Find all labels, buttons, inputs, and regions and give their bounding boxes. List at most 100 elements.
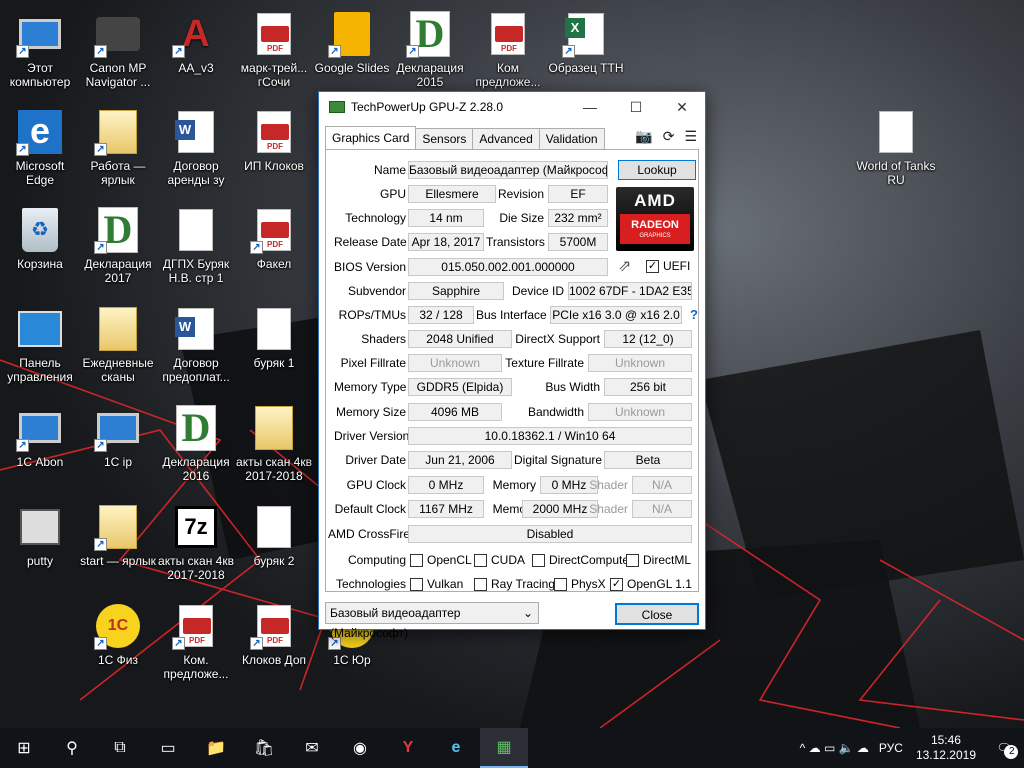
checkbox-opengl-1-1[interactable]: ✓ OpenGL 1.1 (610, 577, 692, 591)
desktop-icon[interactable]: ♻ Корзина (0, 206, 80, 271)
shortcut-arrow-icon: ↗ (406, 45, 419, 58)
file-explorer-icon[interactable]: 📁 (192, 728, 240, 768)
checkbox-physx[interactable]: PhysX (554, 577, 606, 591)
checkbox-box[interactable] (410, 577, 423, 591)
desktop-icon[interactable]: e ↗ Microsoft Edge (0, 108, 80, 187)
desktop-icon[interactable]: D Декларация 2016 (156, 404, 236, 483)
desktop-icon-label: Декларация 2017 (84, 257, 152, 285)
label-gpu-shader: Shader (589, 478, 628, 492)
desktop-icon[interactable]: W Договор аренды зу (156, 108, 236, 187)
desktop-icon[interactable]: ↗ 1C ip (78, 404, 158, 469)
desktop-icon[interactable]: D ↗ Декларация 2017 (78, 206, 158, 285)
system-tray: ^ ☁ ▭ 🔈 ☁ РУС 15:46 13.12.2019 🗨 2 (795, 728, 1024, 768)
desktop-icon[interactable]: putty (0, 503, 80, 568)
checkbox-label: OpenCL (427, 553, 472, 567)
desktop-icon[interactable]: ↗ start — ярлык (78, 503, 158, 568)
desktop-icon[interactable]: D ↗ Декларация 2015 (390, 10, 470, 89)
checkbox-vulkan[interactable]: Vulkan (410, 577, 463, 591)
desktop-icon[interactable]: PDF ↗ Клоков Доп (234, 602, 314, 667)
desktop-icon-label: Ком предложе... (475, 61, 541, 89)
label-gpu-clock: GPU Clock (346, 478, 406, 492)
gpuz-taskbar-icon[interactable]: ▦ (480, 728, 528, 768)
yandex-browser-icon[interactable]: Y (384, 728, 432, 768)
checkbox-ray-tracing[interactable]: Ray Tracing (474, 577, 555, 591)
desktop-icon[interactable]: 1С ↗ 1С Физ (78, 602, 158, 667)
desktop-icon[interactable]: Ежедневные сканы (78, 305, 158, 384)
tab-graphics-card[interactable]: Graphics Card (325, 126, 417, 149)
tab-sensors[interactable]: Sensors (415, 128, 474, 149)
desktop-icon[interactable]: World of Tanks RU (856, 108, 936, 187)
checkbox-box[interactable] (474, 577, 487, 591)
checkbox-directcompute[interactable]: DirectCompute (532, 553, 629, 567)
language-indicator[interactable]: РУС (874, 741, 908, 755)
desktop-icon[interactable]: PDF ↗ Ком. предложе... (156, 602, 236, 681)
desktop-icon[interactable]: PDF ↗ Факел (234, 206, 314, 271)
gpuz-window: TechPowerUp GPU-Z 2.28.0 — ☐ ✕ Graphics … (318, 91, 706, 640)
device-select[interactable]: Базовый видеоадаптер (Майкрософт) ⌄ (325, 602, 539, 640)
checkbox-box[interactable] (410, 553, 423, 567)
desktop-icon[interactable]: A ↗ AA_v3 (156, 10, 236, 75)
desktop-icon[interactable]: ДГПХ Буряк Н.В. стр 1 (156, 206, 236, 285)
help-icon[interactable]: ? (690, 307, 698, 322)
desktop-icon[interactable]: W Договор предоплат... (156, 305, 236, 384)
pdf-icon: PDF (484, 10, 532, 58)
desktop-icon[interactable]: буряк 1 (234, 305, 314, 370)
outlook-icon[interactable]: ✉ (288, 728, 336, 768)
checkbox-box[interactable] (554, 577, 567, 591)
value-transistors: 5700M (548, 233, 608, 251)
checkbox-box[interactable] (626, 553, 639, 567)
desktop-icon-label: Ком. предложе... (163, 653, 229, 681)
maximize-button[interactable]: ☐ (613, 92, 659, 122)
menu-icon[interactable]: ☰ (684, 128, 697, 145)
desktop-icon[interactable]: ↗ 1С Abon (0, 404, 80, 469)
lookup-button[interactable]: Lookup (618, 160, 696, 180)
tray-icons[interactable]: ^ ☁ ▭ 🔈 ☁ (795, 741, 874, 755)
tab-validation[interactable]: Validation (538, 128, 605, 149)
document-icon (872, 108, 920, 156)
chrome-icon[interactable]: ◉ (336, 728, 384, 768)
value-device-id: 1002 67DF - 1DA2 E353 (568, 282, 692, 300)
checkbox-box[interactable]: ✓ (610, 577, 623, 591)
desktop-icon[interactable]: PDF Ком предложе... (468, 10, 548, 89)
terminal-icon[interactable]: ▭ (144, 728, 192, 768)
desktop-icon[interactable]: Панель управления (0, 305, 80, 384)
windows-start-icon[interactable]: ⊞ (0, 728, 48, 768)
shortcut-arrow-icon: ↗ (172, 45, 185, 58)
desktop-icon[interactable]: PDF марк-трей... гСочи (234, 10, 314, 89)
desktop-icon-label: акты скан 4кв 2017-2018 (236, 455, 312, 483)
desktop-icon[interactable]: ↗ Работа — ярлык (78, 108, 158, 187)
desktop-icon[interactable]: X ↗ Образец ТТН (546, 10, 626, 75)
checkbox-box[interactable] (474, 553, 487, 567)
minimize-button[interactable]: — (567, 92, 613, 122)
checkbox-opencl[interactable]: OpenCL (410, 553, 472, 567)
search-icon[interactable]: ⚲ (48, 728, 96, 768)
camera-icon[interactable]: 📷 (635, 128, 652, 145)
label-shaders: Shaders (361, 332, 406, 346)
desktop-icon-label: Клоков Доп (241, 653, 306, 667)
checkbox-directml[interactable]: DirectML (626, 553, 691, 567)
tab-advanced[interactable]: Advanced (472, 128, 540, 149)
close-button[interactable]: Close (615, 603, 699, 625)
title-bar[interactable]: TechPowerUp GPU-Z 2.28.0 — ☐ ✕ (319, 92, 705, 122)
checkbox-box[interactable] (532, 553, 545, 567)
close-window-button[interactable]: ✕ (659, 92, 705, 122)
desktop-icon[interactable]: ↗ Canon MP Navigator ... (78, 10, 158, 89)
store-icon[interactable]: 🛍 (240, 728, 288, 768)
refresh-icon[interactable]: ⟳ (663, 128, 675, 145)
desktop-icon[interactable]: 7z акты скан 4кв 2017-2018 (156, 503, 236, 582)
uefi-checkbox[interactable]: ✓ UEFI (646, 259, 690, 273)
notification-icon[interactable]: 🗨 2 (984, 739, 1024, 759)
desktop-icon[interactable]: буряк 2 (234, 503, 314, 568)
uefi-checkbox-box[interactable]: ✓ (646, 259, 659, 273)
clock-date: 13.12.2019 (915, 748, 976, 762)
desktop-icon[interactable]: PDF ИП Клоков (234, 108, 314, 173)
desktop-icon[interactable]: акты скан 4кв 2017-2018 (234, 404, 314, 483)
desktop-icon[interactable]: ↗ Этот компьютер (0, 10, 80, 89)
internet-explorer-icon[interactable]: e (432, 728, 480, 768)
value-pixel-fillrate: Unknown (408, 354, 502, 372)
checkbox-cuda[interactable]: CUDA (474, 553, 525, 567)
task-view-icon[interactable]: ⧉ (96, 728, 144, 768)
desktop-icon[interactable]: ↗ Google Slides (312, 10, 392, 75)
share-icon[interactable]: ⇗ (618, 256, 631, 276)
clock[interactable]: 15:46 13.12.2019 (908, 733, 984, 763)
